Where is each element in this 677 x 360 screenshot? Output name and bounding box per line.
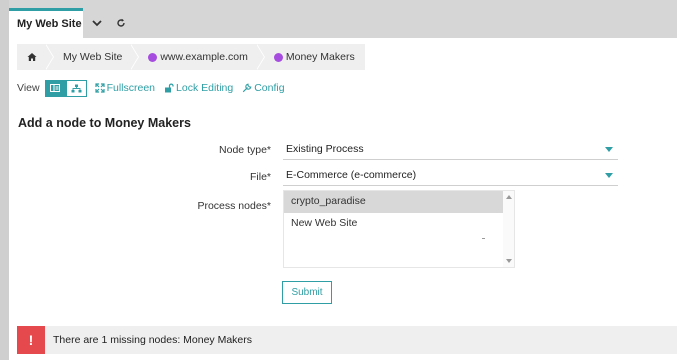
home-icon	[27, 53, 37, 61]
scroll-up-icon[interactable]	[506, 195, 512, 199]
tree-view-icon	[71, 84, 82, 92]
form-heading: Add a node to Money Makers	[18, 116, 191, 130]
breadcrumb-home[interactable]	[17, 44, 54, 70]
node-type-label: Node type*	[219, 144, 271, 156]
breadcrumb-label: My Web Site	[63, 51, 123, 63]
view-label: View	[17, 82, 40, 94]
missing-nodes-alert: ! There are 1 missing nodes: Money Maker…	[17, 326, 677, 354]
list-view-icon	[50, 84, 61, 92]
file-value: E-Commerce (e-commerce)	[286, 169, 417, 181]
breadcrumb: My Web Site www.example.com Money Makers	[17, 44, 365, 70]
process-nodes-listbox[interactable]: crypto_paradise New Web Site	[283, 190, 515, 268]
resize-grip	[482, 238, 485, 239]
dropdown-caret-icon	[605, 147, 613, 152]
warning-icon: !	[17, 326, 45, 354]
list-option[interactable]: New Web Site	[284, 213, 514, 235]
lock-editing-label: Lock Editing	[176, 82, 234, 94]
submit-button[interactable]: Submit	[282, 281, 332, 304]
listbox-scrollbar[interactable]	[503, 191, 514, 267]
dropdown-caret-icon	[605, 173, 613, 178]
file-label: File*	[249, 171, 271, 183]
list-option-label: crypto_paradise	[291, 195, 366, 207]
breadcrumb-item-domain[interactable]: www.example.com	[130, 44, 265, 70]
breadcrumb-item-my-web-site[interactable]: My Web Site	[45, 44, 140, 70]
wrench-icon	[243, 83, 252, 93]
list-view-toggle[interactable]	[44, 79, 66, 97]
tab-my-web-site[interactable]: My Web Site	[9, 8, 83, 38]
alert-message: There are 1 missing nodes: Money Makers	[53, 334, 253, 346]
config-link[interactable]: Config	[242, 82, 285, 94]
tree-view-toggle[interactable]	[65, 79, 87, 97]
process-nodes-label: Process nodes*	[197, 200, 271, 212]
tab-label: My Web Site	[17, 18, 82, 30]
list-option[interactable]: crypto_paradise	[284, 191, 514, 213]
fullscreen-link[interactable]: Fullscreen	[94, 82, 156, 94]
lock-editing-link[interactable]: Lock Editing	[164, 82, 233, 94]
breadcrumb-item-money-makers[interactable]: Money Makers	[255, 44, 365, 70]
window-frame	[0, 0, 9, 360]
breadcrumb-label: Money Makers	[285, 51, 355, 63]
reload-icon	[117, 18, 125, 27]
chevron-down-icon	[92, 19, 102, 26]
node-dot-icon	[273, 52, 283, 62]
view-toggle-group	[44, 79, 87, 97]
expand-icon	[94, 83, 105, 93]
reload-button[interactable]	[109, 10, 133, 36]
tab-dropdown-button[interactable]	[85, 10, 109, 36]
scroll-down-icon[interactable]	[506, 259, 512, 263]
unlock-icon	[165, 83, 174, 93]
list-option-label: New Web Site	[291, 217, 358, 229]
toolbar: View Fullscreen Lock Editing Config	[17, 79, 294, 97]
node-type-select[interactable]: Existing Process	[283, 139, 618, 160]
fullscreen-label: Fullscreen	[106, 82, 156, 94]
file-select[interactable]: E-Commerce (e-commerce)	[283, 165, 618, 186]
node-type-value: Existing Process	[286, 143, 364, 155]
breadcrumb-label: www.example.com	[160, 51, 248, 63]
config-label: Config	[254, 82, 285, 94]
main-panel: My Web Site www.example.com Money Makers…	[9, 38, 677, 360]
tab-bar: My Web Site	[9, 0, 677, 38]
node-dot-icon	[148, 52, 158, 62]
